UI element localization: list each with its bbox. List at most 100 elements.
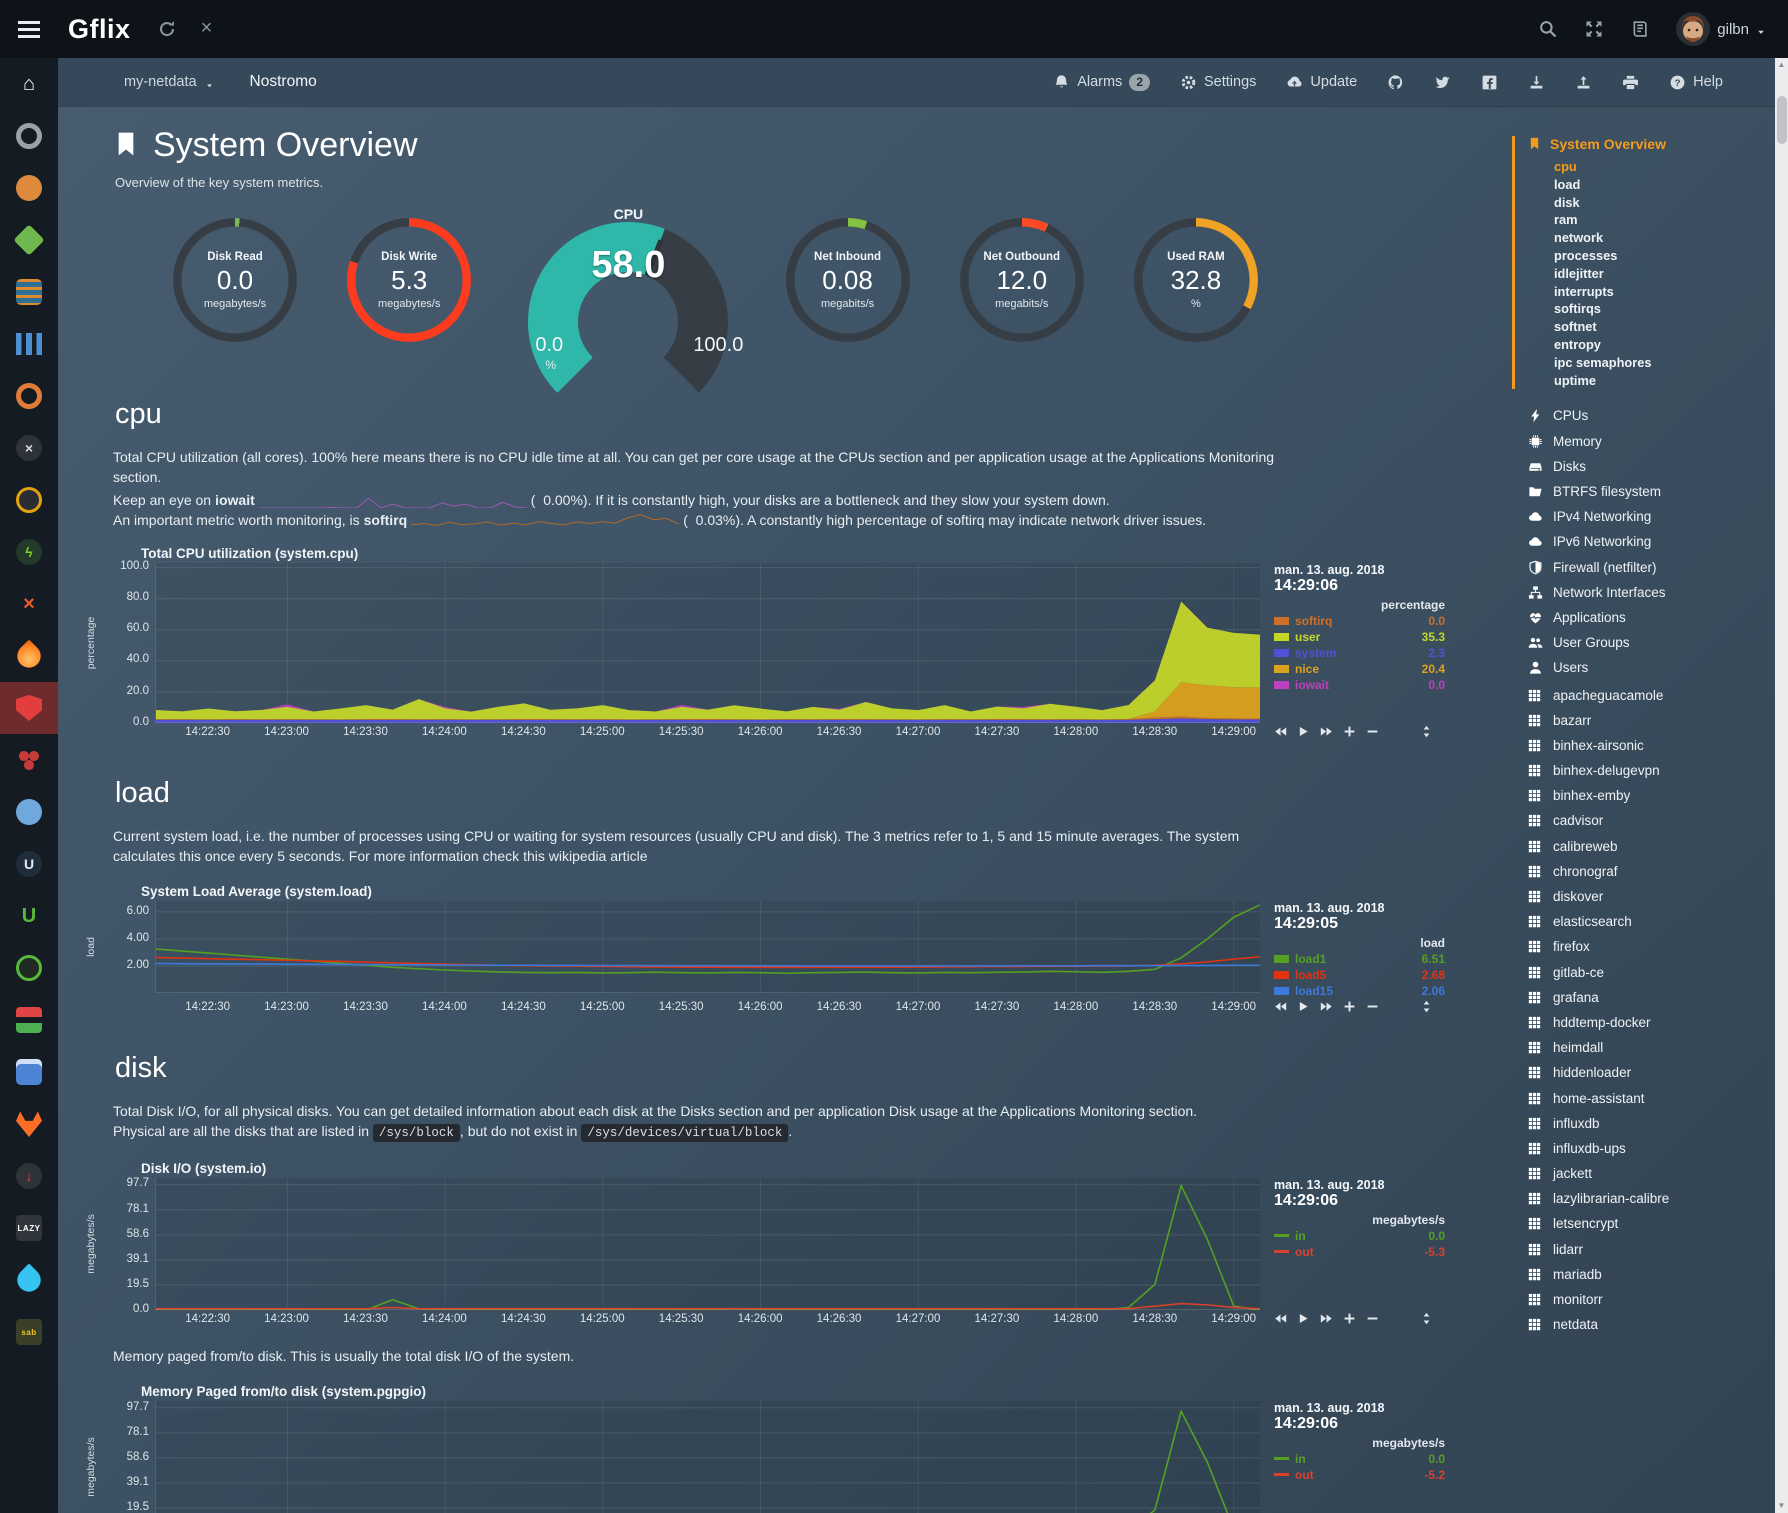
menu-item-softnet[interactable]: softnet	[1528, 318, 1765, 336]
rail-app-letter-u-dark-icon[interactable]: U	[0, 838, 58, 890]
menu-app-lazylibrarian-calibre[interactable]: lazylibrarian-calibre	[1528, 1186, 1765, 1211]
menu-section-btrfs-filesystem[interactable]: BTRFS filesystem	[1528, 479, 1765, 504]
menu-app-bazarr[interactable]: bazarr	[1528, 708, 1765, 733]
menu-app-home-assistant[interactable]: home-assistant	[1528, 1085, 1765, 1110]
menu-app-calibreweb[interactable]: calibreweb	[1528, 834, 1765, 859]
menu-item-softirqs[interactable]: softirqs	[1528, 300, 1765, 318]
menu-item-processes[interactable]: processes	[1528, 247, 1765, 265]
menu-item-load[interactable]: load	[1528, 176, 1765, 194]
rail-app-red-download-icon[interactable]: ↓	[0, 1150, 58, 1202]
alarms-button[interactable]: Alarms 2	[1053, 74, 1150, 91]
legend-row-in[interactable]: in0.0	[1274, 1452, 1445, 1466]
zoom-in-icon[interactable]	[1343, 1000, 1356, 1013]
menu-app-hddtemp-docker[interactable]: hddtemp-docker	[1528, 1010, 1765, 1035]
menu-app-letsencrypt[interactable]: letsencrypt	[1528, 1211, 1765, 1236]
menu-app-binhex-emby[interactable]: binhex-emby	[1528, 783, 1765, 808]
rail-app-striped-box-icon[interactable]	[0, 266, 58, 318]
menu-section-user-groups[interactable]: User Groups	[1528, 630, 1765, 655]
rail-app-orange-circle-icon[interactable]	[0, 162, 58, 214]
menu-app-firefox[interactable]: firefox	[1528, 934, 1765, 959]
menu-app-lidarr[interactable]: lidarr	[1528, 1237, 1765, 1262]
menu-section-memory[interactable]: Memory	[1528, 429, 1765, 454]
menu-item-uptime[interactable]: uptime	[1528, 372, 1765, 390]
pan-back-icon[interactable]	[1274, 725, 1287, 738]
menu-app-hiddenloader[interactable]: hiddenloader	[1528, 1060, 1765, 1085]
rail-app-blue-drop-icon[interactable]	[0, 1254, 58, 1306]
rail-app-sound-bars-icon[interactable]	[0, 318, 58, 370]
softirq-sparkline[interactable]	[411, 512, 679, 528]
legend-row-out[interactable]: out-5.2	[1274, 1468, 1445, 1482]
menu-app-gitlab-ce[interactable]: gitlab-ce	[1528, 959, 1765, 984]
menu-item-ram[interactable]: ram	[1528, 211, 1765, 229]
twitter-icon[interactable]	[1434, 74, 1451, 91]
facebook-icon[interactable]	[1481, 74, 1498, 91]
zoom-in-icon[interactable]	[1343, 1312, 1356, 1325]
menu-section-network-interfaces[interactable]: Network Interfaces	[1528, 580, 1765, 605]
menu-section-cpus[interactable]: CPUs	[1528, 403, 1765, 428]
zoom-out-icon[interactable]	[1366, 1000, 1379, 1013]
menu-item-entropy[interactable]: entropy	[1528, 336, 1765, 354]
pan-back-icon[interactable]	[1274, 1312, 1287, 1325]
menu-app-netdata[interactable]: netdata	[1528, 1312, 1765, 1337]
menu-section-users[interactable]: Users	[1528, 655, 1765, 680]
help-button[interactable]: ? Help	[1669, 74, 1723, 91]
menu-app-apacheguacamole[interactable]: apacheguacamole	[1528, 682, 1765, 707]
rail-app-sabnzbd-icon[interactable]: sab	[0, 1306, 58, 1358]
update-button[interactable]: Update	[1286, 74, 1357, 91]
menu-item-idlejitter[interactable]: idlejitter	[1528, 265, 1765, 283]
menu-section-firewall-netfilter-[interactable]: Firewall (netfilter)	[1528, 554, 1765, 579]
menu-app-binhex-airsonic[interactable]: binhex-airsonic	[1528, 733, 1765, 758]
export-snapshot-icon[interactable]	[1528, 74, 1545, 91]
legend-row-in[interactable]: in0.0	[1274, 1229, 1445, 1243]
menu-section-ipv6-networking[interactable]: IPv6 Networking	[1528, 529, 1765, 554]
changelog-icon[interactable]	[1630, 19, 1650, 39]
iowait-sparkline[interactable]	[259, 492, 527, 508]
rail-app-letter-u-green-icon[interactable]: U	[0, 890, 58, 942]
load-plot-area[interactable]	[155, 901, 1260, 993]
server-dropdown[interactable]: my-netdata	[124, 74, 214, 90]
legend-row-load5[interactable]: load52.68	[1274, 968, 1445, 982]
legend-row-user[interactable]: user35.3	[1274, 630, 1445, 644]
legend-row-softirq[interactable]: softirq0.0	[1274, 614, 1445, 628]
github-icon[interactable]	[1387, 74, 1404, 91]
pan-back-icon[interactable]	[1274, 1000, 1287, 1013]
rail-app-gitlab-fox-icon[interactable]	[0, 1098, 58, 1150]
search-icon[interactable]	[1538, 19, 1558, 39]
chart-resize-handle[interactable]	[1420, 725, 1433, 738]
rail-app-red-shield-icon[interactable]	[0, 682, 58, 734]
legend-row-system[interactable]: system2.3	[1274, 646, 1445, 660]
net-outbound-gauge[interactable]: Net Outbound12.0megabits/s	[960, 206, 1084, 342]
cpu-gauge[interactable]: CPU58.00.0100.0%	[521, 206, 735, 364]
menu-item-network[interactable]: network	[1528, 229, 1765, 247]
legend-row-load15[interactable]: load152.06	[1274, 984, 1445, 998]
legend-row-load1[interactable]: load16.51	[1274, 952, 1445, 966]
menu-section-ipv4-networking[interactable]: IPv4 Networking	[1528, 504, 1765, 529]
rail-app-blue-circle-icon[interactable]	[0, 786, 58, 838]
scrollbar[interactable]: ▲ ▼	[1775, 58, 1788, 1513]
fullscreen-icon[interactable]	[1584, 19, 1604, 39]
play-icon[interactable]	[1297, 725, 1310, 738]
scrollbar-down-arrow[interactable]: ▼	[1775, 1499, 1788, 1513]
rail-app-blue-window-icon[interactable]	[0, 1046, 58, 1098]
rail-gear-icon[interactable]	[0, 110, 58, 162]
menu-system-overview[interactable]: System Overview	[1528, 136, 1765, 152]
menu-app-grafana[interactable]: grafana	[1528, 985, 1765, 1010]
disk-plot-area[interactable]	[155, 1178, 1260, 1310]
menu-app-cadvisor[interactable]: cadvisor	[1528, 808, 1765, 833]
settings-button[interactable]: Settings	[1180, 74, 1256, 91]
rail-app-amber-arc-icon[interactable]	[0, 474, 58, 526]
legend-row-nice[interactable]: nice20.4	[1274, 662, 1445, 676]
refresh-icon[interactable]	[157, 19, 177, 39]
rail-app-green-diamond-icon[interactable]	[0, 214, 58, 266]
menu-app-binhex-delugevpn[interactable]: binhex-delugevpn	[1528, 758, 1765, 783]
rail-app-two-bars-icon[interactable]	[0, 994, 58, 1046]
import-snapshot-icon[interactable]	[1575, 74, 1592, 91]
hamburger-menu-icon[interactable]	[0, 21, 58, 38]
used-ram-gauge[interactable]: Used RAM32.8%	[1134, 206, 1258, 342]
legend-row-iowait[interactable]: iowait0.0	[1274, 678, 1445, 692]
zoom-in-icon[interactable]	[1343, 725, 1356, 738]
rail-app-dark-x-icon[interactable]: ×	[0, 422, 58, 474]
menu-app-influxdb[interactable]: influxdb	[1528, 1111, 1765, 1136]
menu-app-monitorr[interactable]: monitorr	[1528, 1287, 1765, 1312]
rail-app-green-arc-icon[interactable]	[0, 942, 58, 994]
